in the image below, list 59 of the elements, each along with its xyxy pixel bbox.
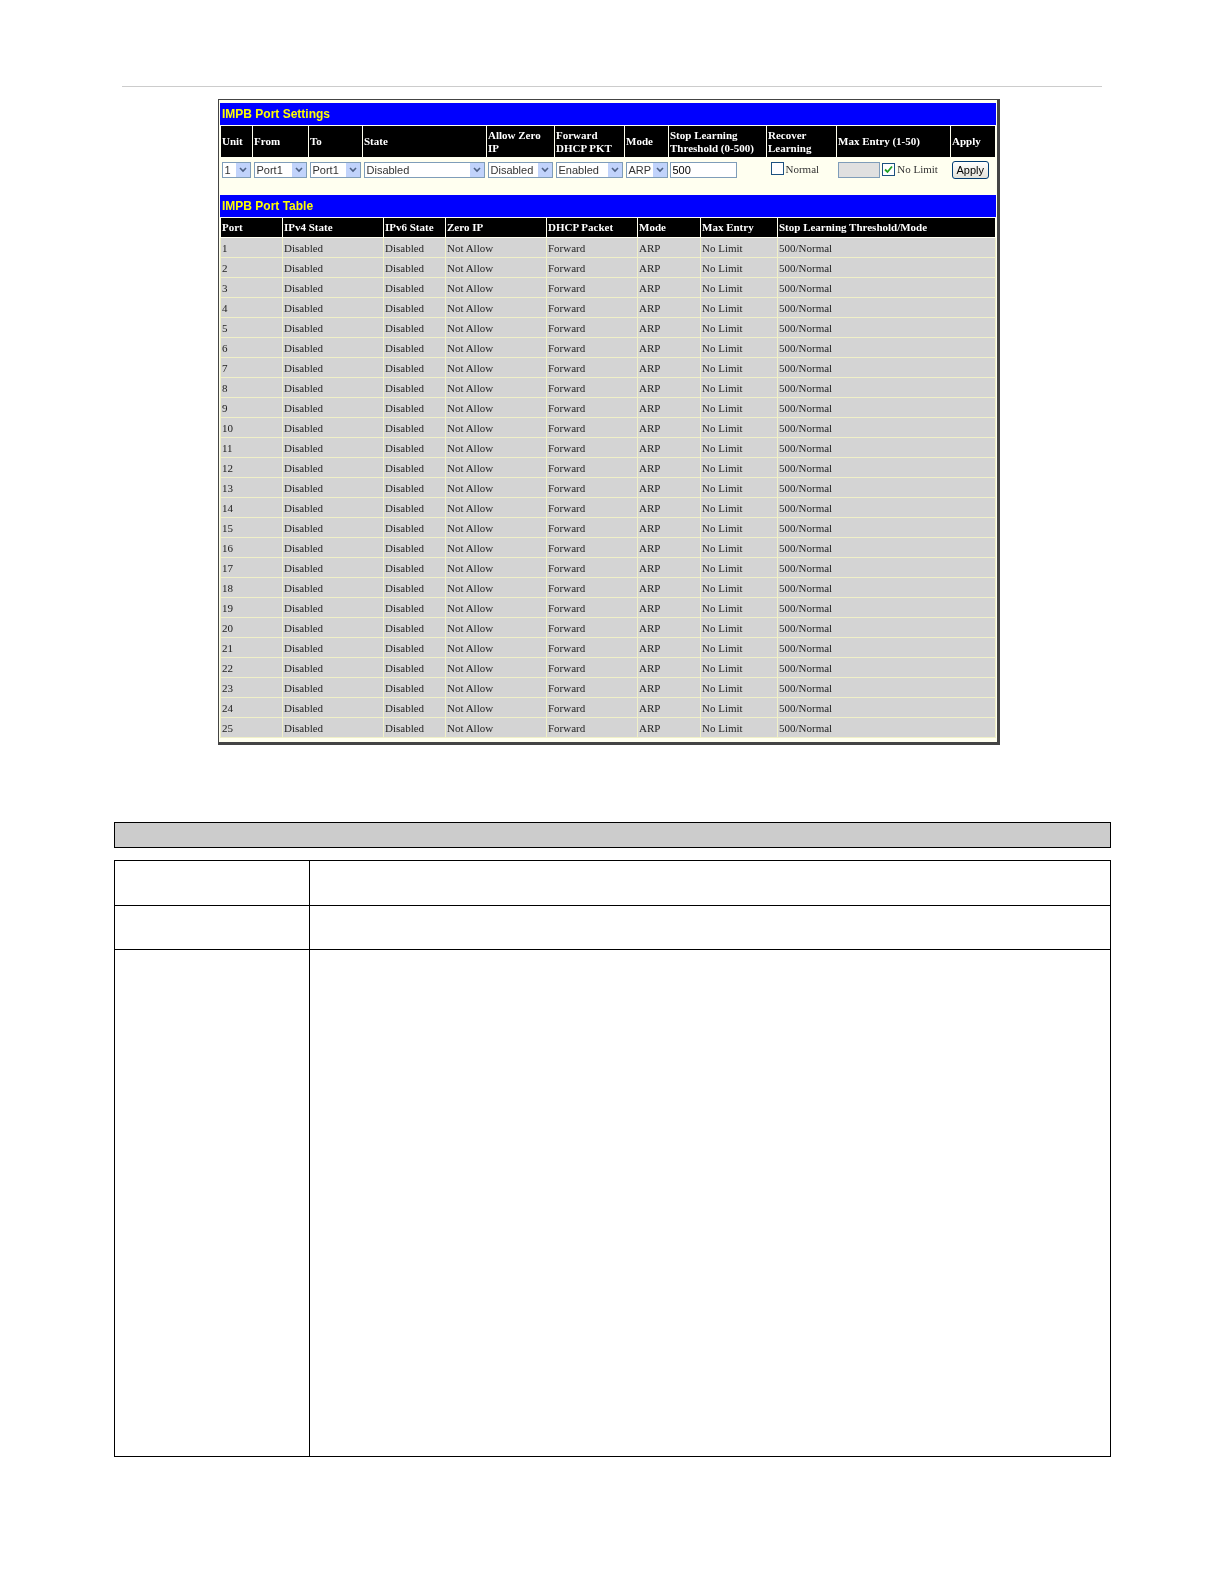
table-cell: 18 [220, 577, 283, 598]
table-cell: 25 [220, 717, 283, 738]
from-dropdown[interactable]: Port1 [253, 161, 307, 178]
table-cell: 17 [220, 557, 283, 578]
column-header: Max Entry [700, 217, 778, 238]
table-cell: 10 [220, 417, 283, 438]
column-header: Stop Learning Threshold/Mode [777, 217, 996, 238]
table-cell: 19 [220, 597, 283, 618]
table-cell: 7 [220, 357, 283, 378]
checkbox-label: No Limit [897, 163, 938, 175]
mode-dropdown[interactable]: ARP [625, 161, 668, 178]
table-cell: 3 [220, 277, 283, 298]
column-header: To [308, 125, 363, 158]
column-header: State [362, 125, 487, 158]
unit-dropdown[interactable]: 1 [221, 161, 251, 178]
checkbox[interactable] [770, 162, 784, 175]
column-header: Port [220, 217, 283, 238]
to-dropdown[interactable]: Port1 [309, 161, 361, 178]
table-cell: 4 [220, 297, 283, 318]
column-header: DHCP Packet [546, 217, 638, 238]
section-title: IMPB Port Table [220, 195, 996, 217]
table-cell: 14 [220, 497, 283, 518]
checkbox-label: Normal [785, 162, 820, 175]
column-header: Zero IP [445, 217, 547, 238]
table-cell: 13 [220, 477, 283, 498]
table-cell: 11 [220, 437, 283, 458]
column-header: From [252, 125, 309, 158]
table-cell: 6 [220, 337, 283, 358]
column-header: Forward DHCP PKT [554, 125, 625, 158]
state-dropdown[interactable]: Disabled [363, 161, 485, 178]
table-cell: 1 [220, 237, 283, 258]
table-cell: 20 [220, 617, 283, 638]
column-header: Mode [624, 125, 669, 158]
threshold-field[interactable]: 500 [669, 161, 737, 178]
column-header: Recover Learning [766, 125, 837, 158]
allow-zero-ip-dropdown[interactable]: Disabled [487, 161, 553, 178]
table-cell: 22 [220, 657, 283, 678]
table-cell: 5 [220, 317, 283, 338]
table-cell: 24 [220, 697, 283, 718]
column-header: Unit [220, 125, 253, 158]
column-header: Allow Zero IP [486, 125, 555, 158]
table-cell: 16 [220, 537, 283, 558]
table-cell: 23 [220, 677, 283, 698]
table-cell: 2 [220, 257, 283, 278]
table-cell: 8 [220, 377, 283, 398]
checkbox[interactable] [882, 162, 896, 176]
column-header: Stop Learning Threshold (0-500) [668, 125, 767, 158]
apply-button[interactable]: Apply [951, 160, 990, 179]
column-header: Max Entry (1-50) [836, 125, 951, 158]
column-header: IPv4 State [282, 217, 384, 238]
forward-dhcp-dropdown[interactable]: Enabled [555, 161, 623, 178]
table-cell: 12 [220, 457, 283, 478]
table-cell: 15 [220, 517, 283, 538]
table-cell: 9 [220, 397, 283, 418]
section-title: IMPB Port Settings [220, 103, 996, 125]
column-header: IPv6 State [383, 217, 446, 238]
column-header: Mode [637, 217, 701, 238]
column-header: Apply [950, 125, 996, 158]
table-cell: 21 [220, 637, 283, 658]
